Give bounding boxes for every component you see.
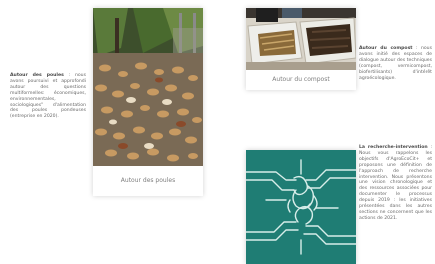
recherche-description-text: : Nous vous rappelons les objectifs d'Ag… [359, 145, 432, 221]
poules-photo [93, 8, 203, 166]
recherche-card[interactable] [246, 150, 356, 264]
compost-description-title: Autour du compost [359, 46, 413, 51]
recherche-description-title: La recherche-intervention [359, 145, 428, 150]
compost-description-text: : nous avons initié des espaces de dialo… [359, 46, 432, 81]
compost-card-caption: Autour du compost [272, 76, 330, 83]
recherche-description: La recherche-intervention : Nous vous ra… [359, 145, 432, 222]
compost-description: Autour du compost : nous avons initié de… [359, 46, 432, 81]
poules-card[interactable]: Autour des poules [93, 8, 203, 196]
poules-description-title: Autour des poules [10, 73, 64, 78]
poules-card-caption: Autour des poules [120, 177, 176, 184]
poules-description: Autour des poules : nous avons poursuivi… [10, 73, 86, 120]
poules-description-text: : nous avons poursuivi et approfondi aut… [10, 73, 86, 120]
recherche-illustration [246, 150, 356, 264]
compost-card[interactable]: Autour du compost [246, 8, 356, 90]
compost-photo [246, 8, 356, 70]
